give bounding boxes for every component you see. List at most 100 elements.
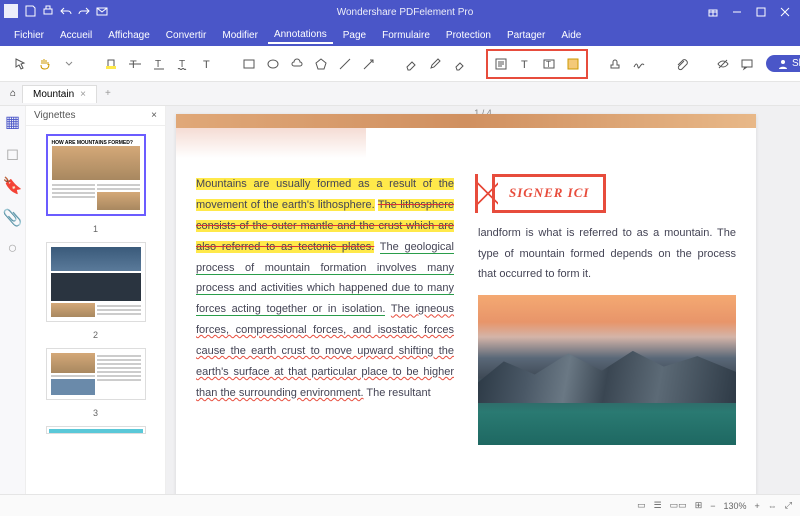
user-icon — [778, 59, 788, 69]
menu-aide[interactable]: Aide — [555, 28, 587, 43]
pencil-icon[interactable] — [424, 53, 446, 75]
attachment-icon[interactable] — [670, 53, 692, 75]
right-text: landform is what is referred to as a mou… — [478, 227, 736, 281]
undo-icon[interactable] — [60, 5, 72, 20]
tab-close-icon[interactable]: × — [80, 89, 86, 100]
thumbnail-3[interactable] — [46, 348, 146, 400]
hide-icon[interactable] — [712, 53, 734, 75]
stamp-icon[interactable] — [604, 53, 626, 75]
menu-convertir[interactable]: Convertir — [160, 28, 213, 43]
area-highlight-icon[interactable] — [562, 53, 584, 75]
bookmark2-icon[interactable]: 🔖 — [3, 176, 23, 196]
right-column: SIGNER ICI landform is what is referred … — [478, 174, 736, 445]
thumbnail-1[interactable]: HOW ARE MOUNTAINS FORMED? — [46, 134, 146, 216]
gift-icon[interactable] — [702, 3, 724, 21]
user-name: Shelley — [792, 58, 800, 69]
thumb-label-1: 1 — [93, 224, 98, 234]
typewriter-icon[interactable]: T — [514, 53, 536, 75]
maximize-icon[interactable] — [750, 3, 772, 21]
mountain-photo — [478, 295, 736, 445]
zoom-level[interactable]: 130% — [724, 501, 747, 511]
chevron-down-icon[interactable] — [58, 53, 80, 75]
svg-text:T: T — [521, 59, 528, 71]
view-facing-cont-icon[interactable]: ⊞ — [695, 500, 703, 511]
tab-label: Mountain — [33, 89, 74, 100]
page-1: Mountains are usually formed as a result… — [176, 114, 756, 494]
zoom-in-icon[interactable]: + — [755, 501, 760, 511]
menu-annotations[interactable]: Annotations — [268, 27, 333, 44]
squiggly-text[interactable]: The igneous forces, compressional forces… — [196, 303, 454, 399]
svg-text:T: T — [546, 60, 551, 69]
close-icon[interactable] — [774, 3, 796, 21]
rectangle-shape-icon[interactable] — [238, 53, 260, 75]
thumb-label-3: 3 — [93, 408, 98, 418]
document-tab[interactable]: Mountain × — [22, 85, 97, 103]
thumb-label-2: 2 — [93, 330, 98, 340]
comment-panel-icon[interactable] — [736, 53, 758, 75]
menu-modifier[interactable]: Modifier — [216, 28, 264, 43]
minimize-icon[interactable] — [726, 3, 748, 21]
menu-protection[interactable]: Protection — [440, 28, 497, 43]
squiggly-tool-icon[interactable]: T — [172, 53, 194, 75]
polygon-shape-icon[interactable] — [310, 53, 332, 75]
menu-accueil[interactable]: Accueil — [54, 28, 98, 43]
bookmark-icon[interactable]: ◻ — [6, 144, 19, 164]
menu-page[interactable]: Page — [337, 28, 372, 43]
menu-partager[interactable]: Partager — [501, 28, 551, 43]
view-continuous-icon[interactable]: ☰ — [654, 500, 662, 511]
left-column: Mountains are usually formed as a result… — [196, 174, 454, 445]
oval-shape-icon[interactable] — [262, 53, 284, 75]
app-logo-icon — [4, 4, 18, 21]
underline-tool-icon[interactable]: T — [148, 53, 170, 75]
left-icon-rail: ▦ ◻ 🔖 📎 ○ — [0, 106, 26, 494]
textbox-icon[interactable]: T — [538, 53, 560, 75]
redo-icon[interactable] — [78, 5, 90, 20]
view-facing-icon[interactable]: ▭▭ — [670, 500, 687, 511]
fit-page-icon[interactable]: ⤢ — [785, 500, 792, 511]
mail-icon[interactable] — [96, 5, 108, 20]
sign-here-stamp[interactable]: SIGNER ICI — [492, 174, 606, 213]
tail-text: The resultant — [364, 387, 431, 399]
attachments-icon[interactable]: 📎 — [3, 208, 23, 228]
select-icon[interactable] — [10, 53, 32, 75]
hand-icon[interactable] — [34, 53, 56, 75]
view-single-icon[interactable]: ▭ — [637, 500, 646, 511]
strikethrough-tool-icon[interactable]: T — [124, 53, 146, 75]
home-tab-icon[interactable]: ⌂ — [4, 88, 22, 99]
svg-text:T: T — [130, 59, 137, 71]
svg-text:T: T — [203, 59, 210, 71]
cloud-shape-icon[interactable] — [286, 53, 308, 75]
signature-icon[interactable] — [628, 53, 650, 75]
annotation-toolbar: T T T T T T Shelley — [0, 46, 800, 82]
status-bar: ▭ ☰ ▭▭ ⊞ − 130% + ⇔ ⤢ — [0, 494, 800, 516]
app-title: Wondershare PDFelement Pro — [108, 7, 702, 18]
panel-close-icon[interactable]: × — [151, 110, 157, 121]
svg-text:T: T — [155, 59, 161, 70]
eraser-icon[interactable] — [400, 53, 422, 75]
menu-affichage[interactable]: Affichage — [102, 28, 156, 43]
line-shape-icon[interactable] — [334, 53, 356, 75]
menu-fichier[interactable]: Fichier — [8, 28, 50, 43]
thumbnails-panel: Vignettes × HOW ARE MOUNTAINS FORMED? 1 … — [26, 106, 166, 494]
page-banner-image — [176, 114, 756, 128]
search-rail-icon[interactable]: ○ — [8, 240, 18, 258]
new-tab-icon[interactable]: + — [97, 88, 119, 99]
user-pill[interactable]: Shelley — [766, 55, 800, 72]
tab-bar: ⌂ Mountain × + — [0, 82, 800, 106]
caret-tool-icon[interactable]: T — [196, 53, 218, 75]
note-icon[interactable] — [490, 53, 512, 75]
thumbnail-4[interactable] — [46, 426, 146, 434]
highlight-tool-icon[interactable] — [100, 53, 122, 75]
thumbnails-icon[interactable]: ▦ — [5, 112, 20, 132]
save-icon[interactable] — [24, 5, 36, 20]
document-area[interactable]: 1 / 4 Mountains are usually formed as a … — [166, 106, 800, 494]
thumbnail-2[interactable] — [46, 242, 146, 322]
zoom-out-icon[interactable]: − — [710, 501, 715, 511]
menu-bar: Fichier Accueil Affichage Convertir Modi… — [0, 24, 800, 46]
menu-formulaire[interactable]: Formulaire — [376, 28, 436, 43]
eraser2-icon[interactable] — [448, 53, 470, 75]
arrow-shape-icon[interactable] — [358, 53, 380, 75]
fit-width-icon[interactable]: ⇔ — [768, 501, 777, 511]
title-bar: Wondershare PDFelement Pro — [0, 0, 800, 24]
print-icon[interactable] — [42, 5, 54, 20]
